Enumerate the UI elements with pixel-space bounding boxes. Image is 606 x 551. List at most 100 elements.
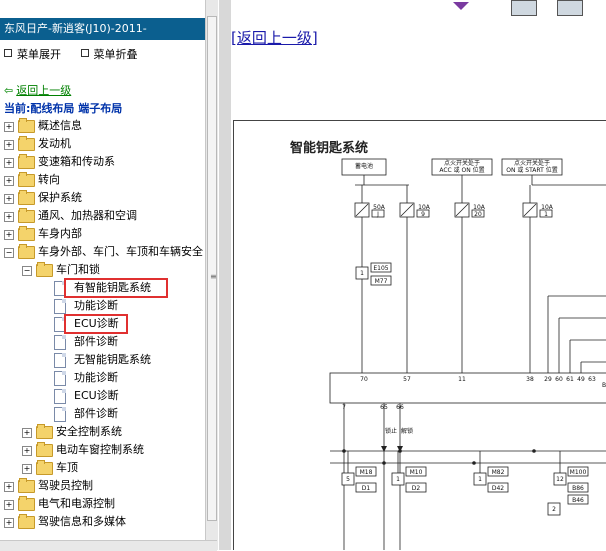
connector-label: B46 (572, 497, 584, 504)
expand-node-icon[interactable]: + (4, 194, 14, 204)
pane-splitter[interactable] (218, 0, 232, 550)
connector-pin-number: 1 (478, 476, 482, 483)
folder-icon (36, 460, 53, 475)
expand-node-icon[interactable]: + (4, 230, 14, 240)
junction-dot (472, 461, 476, 465)
folder-icon (36, 424, 53, 439)
connector-label: B86 (572, 485, 584, 492)
tree-item-label: 概述信息 (38, 119, 82, 132)
tree-item-label: 部件诊断 (74, 335, 118, 348)
previous-page-button[interactable] (511, 0, 537, 16)
current-location-label: 当前:配线布局 端子布局 (4, 102, 123, 115)
connector-pin-number: 2 (552, 506, 556, 513)
diagram-drawing: 蓄电池 点火开关处于ACC 或 ON 位置点火开关处于ON 或 START 位置5… (329, 158, 606, 550)
folder-icon (18, 226, 35, 241)
tree-item-label: 驾驶信息和多媒体 (38, 515, 126, 528)
expand-node-icon[interactable]: + (4, 140, 14, 150)
folder-icon (18, 208, 35, 223)
tree-item-label: 发动机 (38, 137, 71, 150)
nav-scroll-thumb[interactable]: ≡ (207, 16, 217, 521)
unit-pin-top: 29 (544, 376, 552, 383)
tree-item-label: 车身内部 (38, 227, 82, 240)
fuse-id-label: 9 (421, 211, 425, 218)
folder-icon (18, 154, 35, 169)
tree-item-label: 车门和锁 (56, 263, 100, 276)
collapse-menu-label: 菜单折叠 (93, 48, 138, 61)
folder-icon (18, 190, 35, 205)
document-icon (54, 389, 66, 404)
folder-icon (18, 244, 35, 259)
connector-pin-number: 12 (556, 476, 564, 483)
connector-label: M77 (375, 278, 388, 285)
menu-toggle-row: 菜单展开 菜单折叠 (4, 46, 154, 62)
content-pane: [返回上一级] 智能钥匙系统 蓄电池 点火开关处于 ACC 或 ON 位置 点火开关处… (231, 0, 606, 550)
junction-dot (398, 449, 402, 453)
expand-node-icon[interactable]: + (4, 122, 14, 132)
tree-item-label: 功能诊断 (74, 371, 118, 384)
wiring-diagram: 智能钥匙系统 蓄电池 点火开关处于 ACC 或 ON 位置 点火开关处于 ON 或 ST… (233, 120, 606, 550)
fuse-id-label: 1 (544, 211, 548, 218)
connector-label: D2 (412, 485, 421, 492)
connector-label: D1 (362, 485, 371, 492)
navigation-pane: 东风日产-新逍客(J10)-2011- 菜单展开 菜单折叠 ⇦ 返回上一级 当前:… (0, 0, 205, 550)
folder-icon (18, 496, 35, 511)
document-icon (54, 353, 66, 368)
unit-pin-top: 57 (403, 376, 411, 383)
nav-vertical-scrollbar[interactable]: ≡ (205, 0, 218, 550)
tree-item-label: 车顶 (56, 461, 78, 474)
collapse-node-icon[interactable]: − (22, 266, 32, 276)
unit-pin-top: 60 (555, 376, 563, 383)
expand-node-icon[interactable]: + (22, 464, 32, 474)
source-box-label: 点火开关处于 (514, 159, 550, 167)
expand-node-icon[interactable]: + (4, 212, 14, 222)
nav-horizontal-scrollbar[interactable] (0, 540, 217, 551)
document-icon (54, 299, 66, 314)
control-unit-box (329, 372, 606, 404)
fuse-id-label: 20 (474, 211, 482, 218)
junction-dot (532, 449, 536, 453)
document-icon (54, 407, 66, 422)
wire-label: 解锁 (401, 427, 413, 435)
document-icon (54, 371, 66, 386)
purple-flag-icon[interactable] (453, 2, 469, 10)
folder-icon (18, 118, 35, 133)
folder-icon (18, 172, 35, 187)
tree-item-label: ECU诊断 (74, 389, 119, 402)
back-link[interactable]: ⇦ 返回上一级 (4, 82, 71, 98)
unit-pin-top: 38 (526, 376, 534, 383)
connector-label: M18 (360, 469, 373, 476)
back-link-label: 返回上一级 (16, 84, 72, 97)
folder-icon (18, 514, 35, 529)
tree-item-label: 变速箱和传动系 (38, 155, 115, 168)
highlight-box (64, 314, 128, 334)
next-page-button[interactable] (557, 0, 583, 16)
expand-node-icon[interactable]: + (4, 482, 14, 492)
tree-item-label: 电动车窗控制系统 (56, 443, 144, 456)
expand-node-icon[interactable]: + (4, 518, 14, 528)
unit-pin-top: 63 (588, 376, 596, 383)
expand-node-icon[interactable]: + (4, 158, 14, 168)
connector-label: M82 (492, 469, 505, 476)
tree-item-label: 无智能钥匙系统 (74, 353, 151, 366)
tree-item-label: 电气和电源控制 (38, 497, 115, 510)
expand-menu-button[interactable]: 菜单展开 (4, 48, 65, 61)
junction-dot (382, 461, 386, 465)
collapse-node-icon[interactable]: − (4, 248, 14, 258)
tree-item-label: 保护系统 (38, 191, 82, 204)
connector-pin-number: 5 (346, 476, 350, 483)
connector-label: D42 (492, 485, 504, 492)
expand-node-icon[interactable]: + (4, 176, 14, 186)
folder-icon (18, 478, 35, 493)
expand-menu-label: 菜单展开 (17, 48, 61, 61)
document-icon (54, 335, 66, 350)
expand-node-icon[interactable]: + (22, 446, 32, 456)
expand-node-icon[interactable]: + (22, 428, 32, 438)
expand-node-icon[interactable]: + (4, 500, 14, 510)
return-link[interactable]: [返回上一级] (231, 27, 318, 48)
connector-label: M100 (570, 469, 587, 476)
collapse-menu-button[interactable]: 菜单折叠 (80, 48, 138, 61)
toolbar-icons (453, 2, 469, 10)
tree-item-label: 驾驶员控制 (38, 479, 93, 492)
tree-item-label: 通风、加热器和空调 (38, 209, 137, 222)
fuse-id-label: J (376, 211, 379, 218)
